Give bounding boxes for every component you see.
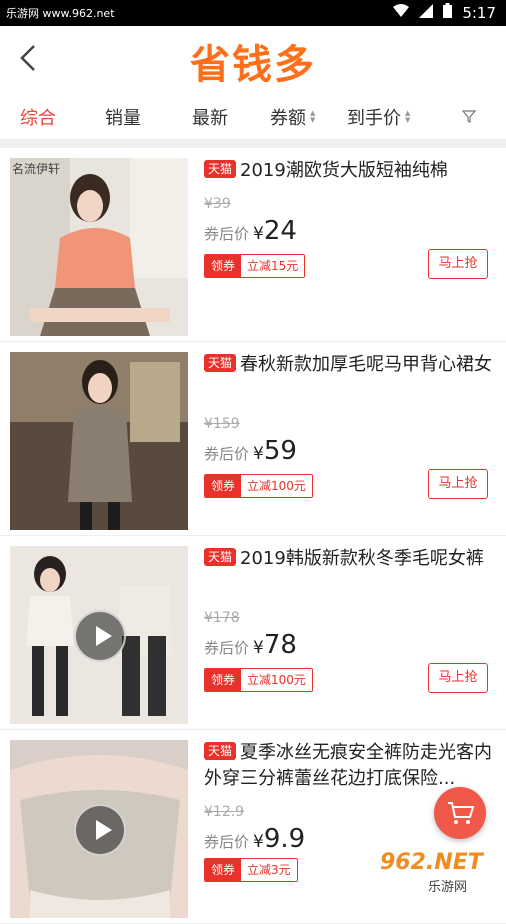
coupon-badge[interactable]: 领券 立减3元: [204, 858, 298, 882]
product-title[interactable]: 天猫 2019韩版新款秋冬季毛呢女裤: [204, 546, 496, 572]
tmall-badge: 天猫: [204, 742, 237, 760]
coupon-badge[interactable]: 领券 立减100元: [204, 474, 313, 498]
signal-icon: [419, 3, 434, 22]
original-price: ¥178: [204, 610, 240, 626]
divider: [0, 140, 506, 148]
tmall-badge: 天猫: [204, 354, 237, 372]
shopping-cart-icon: [448, 802, 475, 824]
wifi-icon: [393, 3, 410, 22]
status-bar: 乐游网 www.962.net 5:17: [0, 0, 506, 26]
after-coupon-price: 券后价 ¥ 24: [204, 216, 297, 246]
product-image[interactable]: [10, 352, 188, 530]
original-price: ¥159: [204, 416, 240, 432]
sort-arrows-icon: ▲ ▼: [405, 109, 411, 124]
product-card[interactable]: 天猫 春秋新款加厚毛呢马甲背心裙女 ¥159 券后价 ¥ 59 领券 立减100元…: [0, 342, 506, 536]
filter-icon[interactable]: [461, 108, 477, 123]
watermark-sub: 乐游网: [428, 880, 468, 895]
after-coupon-price: 券后价 ¥ 59: [204, 436, 297, 466]
app-logo: 省钱多: [190, 42, 316, 88]
buy-now-button[interactable]: 马上抢: [428, 249, 488, 279]
play-video-icon[interactable]: [74, 804, 126, 856]
watermark-brand: 962.NET: [380, 850, 483, 875]
product-card[interactable]: 名流伊轩 天猫 2019潮欧货大版短袖纯棉 ¥39 券后价 ¥ 24 领券 立减1…: [0, 148, 506, 342]
product-image[interactable]: [10, 546, 188, 724]
original-price: ¥12.9: [204, 804, 245, 820]
site-watermark: 962.NET 乐游网: [372, 848, 502, 896]
product-title[interactable]: 天猫 2019潮欧货大版短袖纯棉: [204, 158, 496, 184]
tmall-badge: 天猫: [204, 160, 237, 178]
tab-final-price[interactable]: 到手价 ▲ ▼: [347, 104, 410, 130]
battery-icon: [443, 3, 453, 22]
after-coupon-price: 券后价 ¥ 9.9: [204, 824, 306, 854]
product-title[interactable]: 天猫 春秋新款加厚毛呢马甲背心裙女: [204, 352, 496, 378]
tab-coupon-amount[interactable]: 券额 ▲ ▼: [270, 104, 315, 130]
sort-arrows-icon: ▲ ▼: [310, 109, 316, 124]
coupon-badge[interactable]: 领券 立减15元: [204, 254, 306, 278]
buy-now-button[interactable]: 马上抢: [428, 469, 488, 499]
product-image[interactable]: 名流伊轩: [10, 158, 188, 336]
original-price: ¥39: [204, 196, 231, 212]
cart-button[interactable]: [434, 787, 486, 839]
status-source: 乐游网 www.962.net: [6, 7, 115, 20]
product-card[interactable]: 天猫 2019韩版新款秋冬季毛呢女裤 ¥178 券后价 ¥ 78 领券 立减100…: [0, 536, 506, 730]
coupon-badge[interactable]: 领券 立减100元: [204, 668, 313, 692]
app-header: 省钱多: [0, 26, 506, 92]
play-video-icon[interactable]: [74, 610, 126, 662]
buy-now-button[interactable]: 马上抢: [428, 663, 488, 693]
after-coupon-price: 券后价 ¥ 78: [204, 630, 297, 660]
status-time: 5:17: [462, 3, 496, 22]
product-image[interactable]: [10, 740, 188, 918]
product-title[interactable]: 天猫 夏季冰丝无痕安全裤防走光客内外穿三分裤蕾丝花边打底保险...: [204, 740, 496, 792]
tmall-badge: 天猫: [204, 548, 237, 566]
tab-comprehensive[interactable]: 综合: [20, 104, 56, 130]
tab-sales[interactable]: 销量: [105, 104, 141, 130]
image-brand-label: 名流伊轩: [12, 162, 61, 176]
tab-newest[interactable]: 最新: [192, 104, 228, 130]
sort-filter-bar: 综合 销量 最新 券额 ▲ ▼ 到手价 ▲ ▼: [0, 92, 506, 140]
